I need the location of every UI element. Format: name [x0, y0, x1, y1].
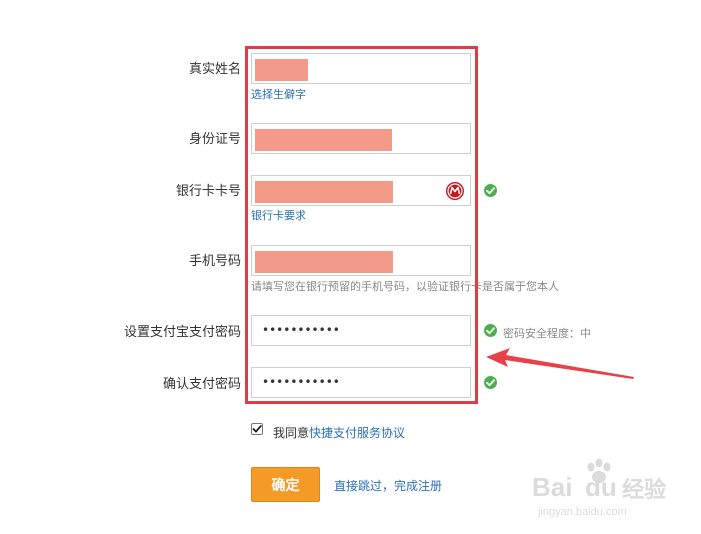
skip-registration-link[interactable]: 直接跳过，完成注册 [334, 477, 442, 494]
register-form-page: 真实姓名 选择生僻字 身份证号 银行卡卡号 银行卡要求 手机号码 请填写您在银行… [0, 0, 701, 534]
redaction-block [255, 181, 393, 203]
bank-card-requirements-link[interactable]: 银行卡要求 [251, 209, 306, 223]
bank-card-input[interactable] [251, 175, 471, 206]
agreement-link[interactable]: 快捷支付服务协议 [309, 426, 405, 440]
agreement-text: 我同意快捷支付服务协议 [273, 424, 405, 441]
pay-password-label: 设置支付宝支付密码 [123, 324, 241, 339]
confirm-button[interactable]: 确定 [251, 467, 320, 502]
watermark-brand-cn: 经验 [622, 477, 667, 502]
id-number-input[interactable] [251, 123, 471, 154]
check-circle-icon [484, 184, 497, 197]
phone-label: 手机号码 [188, 253, 241, 268]
redaction-block [255, 59, 308, 81]
id-number-label: 身份证号 [188, 131, 241, 146]
check-circle-icon [484, 324, 497, 337]
password-dots: ••••••••••• [262, 323, 340, 337]
redaction-block [255, 129, 392, 151]
watermark-url: jingyan.baidu.com [538, 506, 627, 518]
confirm-password-input[interactable]: ••••••••••• [251, 367, 471, 398]
confirm-password-label: 确认支付密码 [162, 376, 241, 391]
password-strength-text: 密码安全程度：中 [503, 328, 591, 340]
watermark-brand: Bai [532, 472, 573, 502]
watermark-brand-mid: du [585, 472, 617, 502]
rare-character-link[interactable]: 选择生僻字 [251, 88, 306, 102]
redaction-block [255, 251, 393, 273]
real-name-input[interactable] [251, 53, 471, 84]
real-name-label: 真实姓名 [188, 61, 241, 76]
agreement-prefix: 我同意 [273, 426, 310, 440]
phone-helper-text: 请填写您在银行预留的手机号码，以验证银行卡是否属于您本人 [251, 281, 559, 293]
china-merchants-bank-logo-icon [446, 182, 464, 200]
agreement-checkbox[interactable] [251, 423, 263, 435]
password-dots: ••••••••••• [262, 375, 340, 389]
baidu-jingyan-watermark: Bai du 经验 jingyan.baidu.com [530, 458, 690, 528]
pay-password-input[interactable]: ••••••••••• [251, 315, 471, 346]
bank-card-label: 银行卡卡号 [175, 183, 241, 198]
annotation-arrow [486, 348, 634, 379]
phone-input[interactable] [251, 245, 471, 276]
